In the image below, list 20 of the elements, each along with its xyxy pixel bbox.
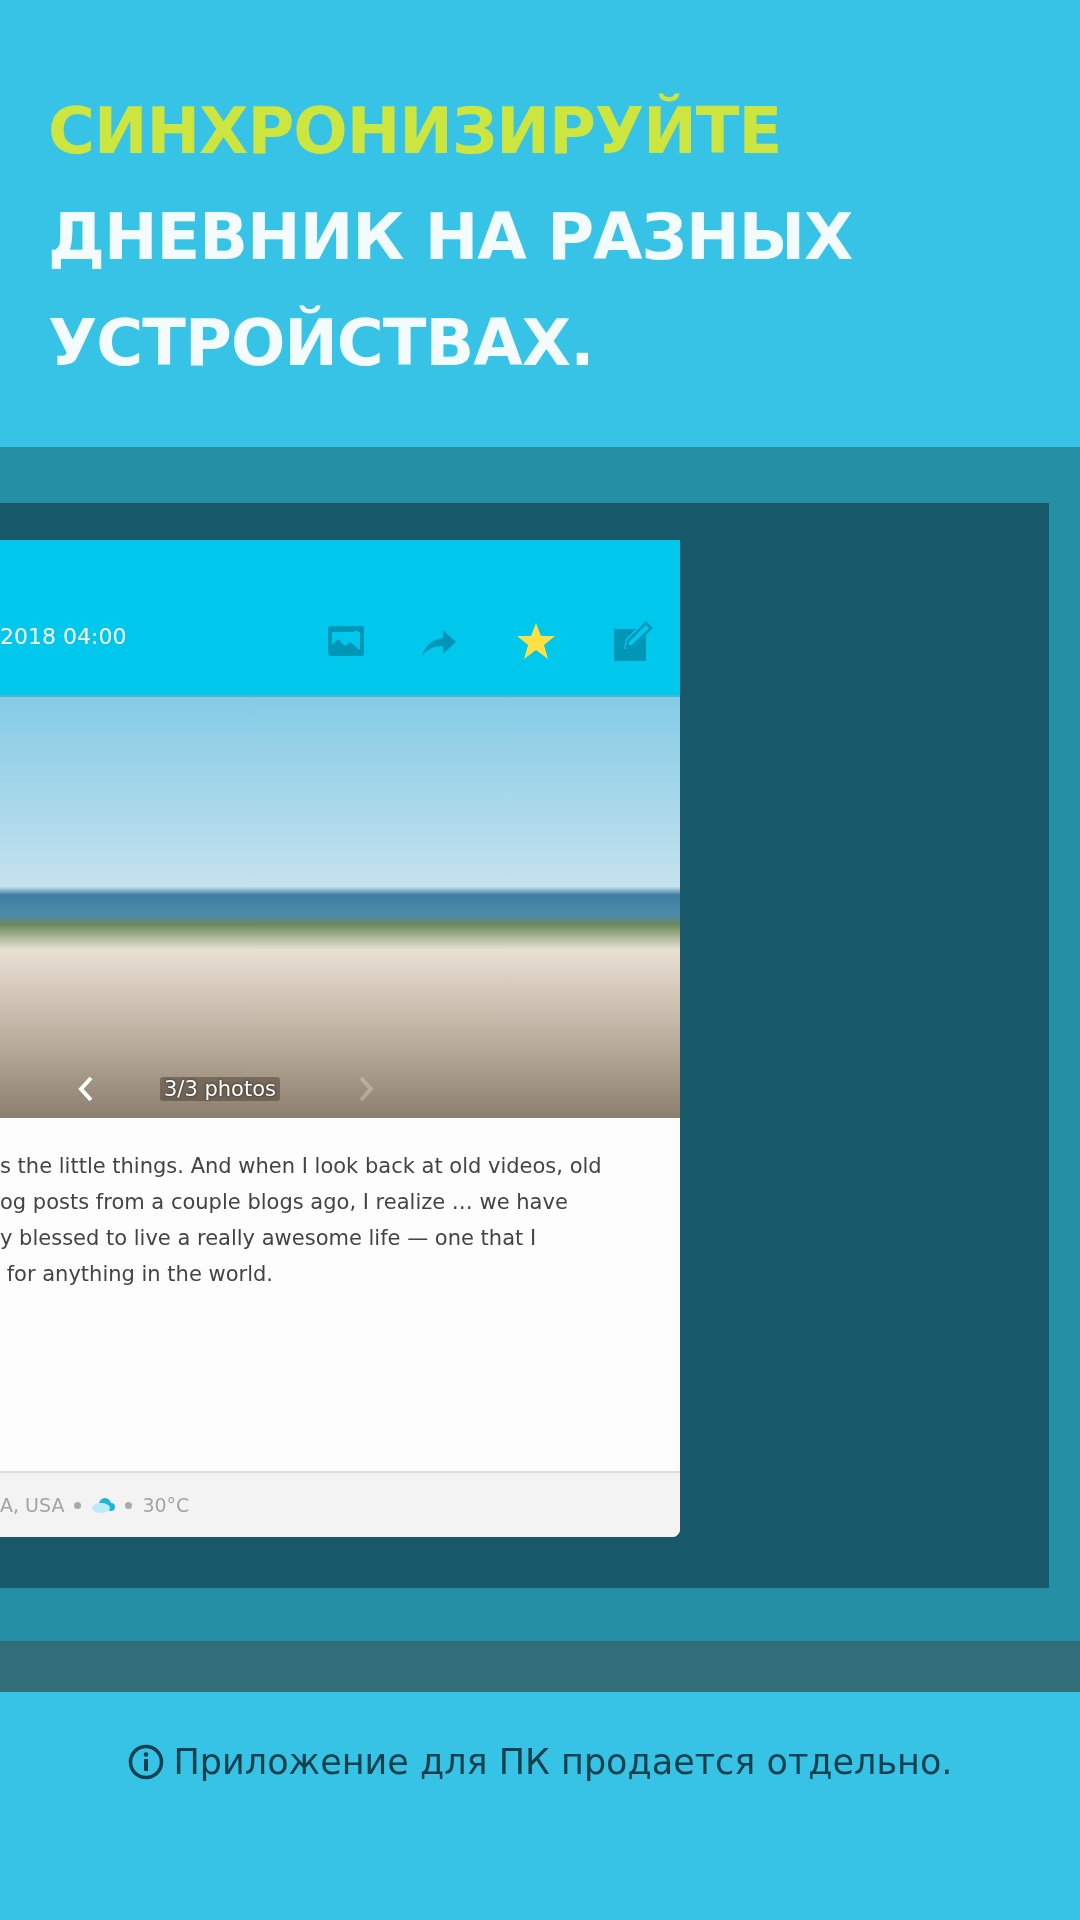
cloud-icon [91, 1497, 116, 1513]
entry-text: og posts from a couple blogs ago, I realize … we have [0, 1189, 569, 1216]
edit-icon[interactable] [614, 621, 654, 661]
headline-text: ДНЕВНИК НА РАЗНЫХ [48, 199, 854, 276]
disclaimer-text: Приложение для ПК продается отдельно. [173, 1742, 953, 1782]
photo-icon[interactable] [328, 626, 364, 656]
separator-dot [125, 1501, 133, 1509]
entry-date: 2018 04:00 [0, 624, 127, 649]
entry-text: for anything in the world. [5, 1261, 274, 1288]
entry-text: y blessed to live a really awesome life — one that I [0, 1225, 538, 1252]
entry-text: s the little things. And when I look back at old videos, old [0, 1153, 603, 1180]
star-icon[interactable] [516, 622, 556, 660]
separator-dot [74, 1501, 82, 1509]
previous-chevron-icon[interactable] [78, 1076, 94, 1102]
info-icon [127, 1744, 164, 1780]
temperature-text: 30°C [142, 1494, 190, 1516]
headline-text: СИНХРОНИЗИРУЙТЕ [48, 92, 783, 170]
location-text: A, USA [0, 1494, 65, 1516]
headline-text: УСТРОЙСТВАХ. [48, 304, 595, 382]
photo-counter: 3/3 photos [160, 1077, 280, 1101]
